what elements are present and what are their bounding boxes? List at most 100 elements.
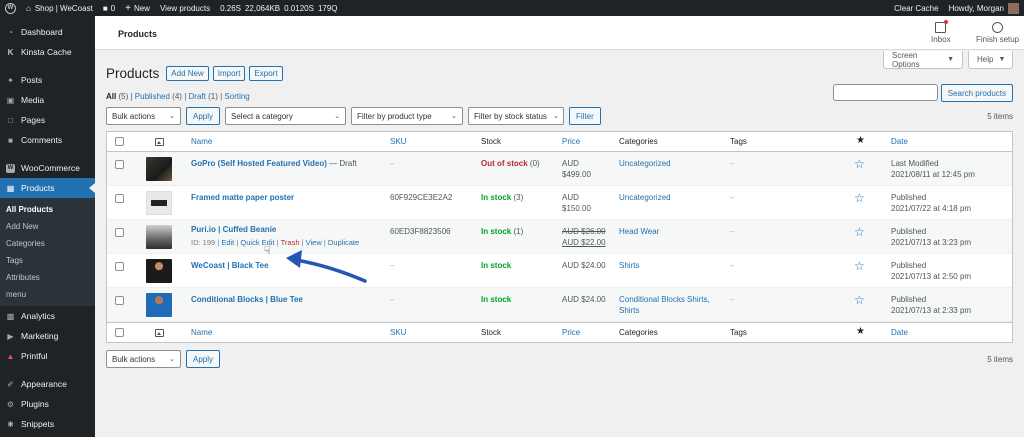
filter-draft[interactable]: Draft (1) [189, 92, 218, 101]
row-checkbox[interactable] [115, 262, 124, 271]
sidebar-item-appearance[interactable]: ✐ Appearance [0, 374, 95, 394]
sidebar-item-pages[interactable]: □ Pages [0, 110, 95, 130]
help-toggle[interactable]: Help ▼ [968, 51, 1013, 69]
sidebar-item-label: Kinsta Cache [21, 47, 72, 57]
view-products-link[interactable]: View products [155, 0, 215, 16]
trash-link[interactable]: Trash [281, 238, 300, 247]
bulk-actions-select[interactable]: Bulk actions ⌄ [106, 107, 181, 125]
inbox-icon [935, 20, 949, 33]
submenu-tags[interactable]: Tags [0, 252, 95, 269]
category-link[interactable]: Uncategorized [619, 193, 671, 202]
submenu-all-products[interactable]: All Products [0, 201, 95, 218]
featured-column-star-icon[interactable]: ★ [856, 326, 865, 337]
row-checkbox[interactable] [115, 194, 124, 203]
column-date[interactable]: Date [891, 328, 908, 337]
category-link[interactable]: Shirts [619, 261, 639, 270]
sale-price: AUD $22.00 [562, 238, 606, 247]
sidebar-item-comments[interactable]: ■ Comments [0, 130, 95, 150]
import-button[interactable]: Import [212, 66, 246, 81]
column-sku[interactable]: SKU [390, 328, 406, 337]
submenu-add-new[interactable]: Add New [0, 218, 95, 235]
clear-cache-button[interactable]: Clear Cache [889, 0, 943, 16]
product-name-link[interactable]: Puri.io | Cuffed Beanie [191, 225, 276, 234]
column-price[interactable]: Price [562, 137, 580, 146]
row-checkbox[interactable] [115, 228, 124, 237]
product-thumbnail[interactable] [146, 157, 172, 181]
featured-star-icon[interactable]: ☆ [854, 191, 865, 205]
view-link[interactable]: View [306, 238, 322, 247]
sidebar-item-snippets[interactable]: ✱ Snippets [0, 414, 95, 434]
sidebar-item-woocommerce[interactable]: W WooCommerce [0, 158, 95, 178]
featured-star-icon[interactable]: ☆ [854, 225, 865, 239]
edit-link[interactable]: Edit [221, 238, 234, 247]
product-thumbnail[interactable] [146, 225, 172, 249]
sidebar-item-marketing[interactable]: ▶ Marketing [0, 326, 95, 346]
product-name-link[interactable]: Conditional Blocks | Blue Tee [191, 295, 303, 304]
row-checkbox[interactable] [115, 296, 124, 305]
product-thumbnail[interactable] [146, 191, 172, 215]
product-type-select[interactable]: Filter by product type ⌄ [351, 107, 464, 125]
price-currency: AUD [562, 159, 579, 168]
product-thumbnail[interactable] [146, 259, 172, 283]
filter-button[interactable]: Filter [569, 107, 601, 125]
category-link[interactable]: Uncategorized [619, 159, 671, 168]
product-thumbnail[interactable] [146, 293, 172, 317]
product-name-link[interactable]: Framed matte paper poster [191, 193, 294, 202]
page-title-row: Products Add New Import Export [106, 66, 287, 81]
column-sku[interactable]: SKU [390, 137, 406, 146]
filter-published[interactable]: Published (4) [135, 92, 182, 101]
featured-star-icon[interactable]: ☆ [854, 293, 865, 307]
screen-options-toggle[interactable]: Screen Options ▼ [883, 51, 963, 69]
sidebar-item-dashboard[interactable]: ◔ Dashboard [0, 22, 95, 42]
search-input[interactable] [832, 84, 938, 101]
duplicate-link[interactable]: Duplicate [328, 238, 359, 247]
new-content-menu[interactable]: + New [120, 0, 155, 16]
column-name[interactable]: Name [191, 137, 212, 146]
product-name-link[interactable]: WeCoast | Black Tee [191, 261, 269, 270]
filter-sorting[interactable]: Sorting [224, 92, 249, 101]
apply-button[interactable]: Apply [186, 107, 221, 125]
featured-star-icon[interactable]: ☆ [854, 157, 865, 171]
submenu-attributes[interactable]: Attributes [0, 269, 95, 286]
sidebar-item-kinsta-cache[interactable]: K Kinsta Cache [0, 42, 95, 62]
site-name-menu[interactable]: ⌂ Shop | WeCoast [21, 0, 98, 16]
date-status: Published [891, 193, 927, 202]
stock-status-select[interactable]: Filter by stock status ⌄ [468, 107, 565, 125]
query-monitor-menu[interactable]: 0.26S 22,064KB 0.0120S 179Q [215, 0, 342, 16]
comments-count: 0 [110, 3, 116, 13]
category-select[interactable]: Select a category ⌄ [225, 107, 347, 125]
category-link[interactable]: Shirts [619, 306, 639, 315]
export-button[interactable]: Export [249, 66, 283, 81]
apply-button[interactable]: Apply [186, 350, 221, 368]
product-name-link[interactable]: GoPro (Self Hosted Featured Video) [191, 159, 327, 168]
row-checkbox[interactable] [115, 160, 124, 169]
bulk-actions-select[interactable]: Bulk actions ⌄ [106, 350, 181, 368]
column-price[interactable]: Price [562, 328, 580, 337]
filter-all[interactable]: All (5) [106, 92, 128, 101]
featured-column-star-icon[interactable]: ★ [856, 135, 865, 146]
sidebar-item-printful[interactable]: ▲ Printful [0, 346, 95, 366]
help-label: Help [977, 55, 994, 64]
submenu-categories[interactable]: Categories [0, 235, 95, 252]
search-products-button[interactable]: Search products [940, 84, 1013, 102]
column-name[interactable]: Name [191, 328, 212, 337]
add-new-button[interactable]: Add New [166, 66, 209, 81]
sidebar-item-plugins[interactable]: ⚙ Plugins [0, 394, 95, 414]
account-menu[interactable]: Howdy, Morgan [944, 0, 1024, 16]
finish-setup-button[interactable]: Finish setup [976, 22, 1019, 44]
comments-menu[interactable]: ■ 0 [98, 0, 120, 16]
wordpress-logo-menu[interactable]: W [0, 0, 21, 16]
select-all-checkbox[interactable] [115, 137, 124, 146]
inbox-button[interactable]: Inbox [931, 20, 951, 44]
featured-star-icon[interactable]: ☆ [854, 259, 865, 273]
column-date[interactable]: Date [891, 137, 908, 146]
hand-cursor-icon: ☟ [264, 245, 271, 257]
sidebar-item-posts[interactable]: ✦ Posts [0, 70, 95, 90]
category-link[interactable]: Conditional Blocks Shirts, [619, 295, 710, 304]
sidebar-item-analytics[interactable]: ▩ Analytics [0, 306, 95, 326]
sidebar-item-products[interactable]: ▦ Products [0, 178, 95, 198]
select-all-checkbox[interactable] [115, 328, 124, 337]
category-link[interactable]: Head Wear [619, 227, 659, 236]
submenu-menu[interactable]: menu [0, 286, 95, 303]
sidebar-item-media[interactable]: ▣ Media [0, 90, 95, 110]
